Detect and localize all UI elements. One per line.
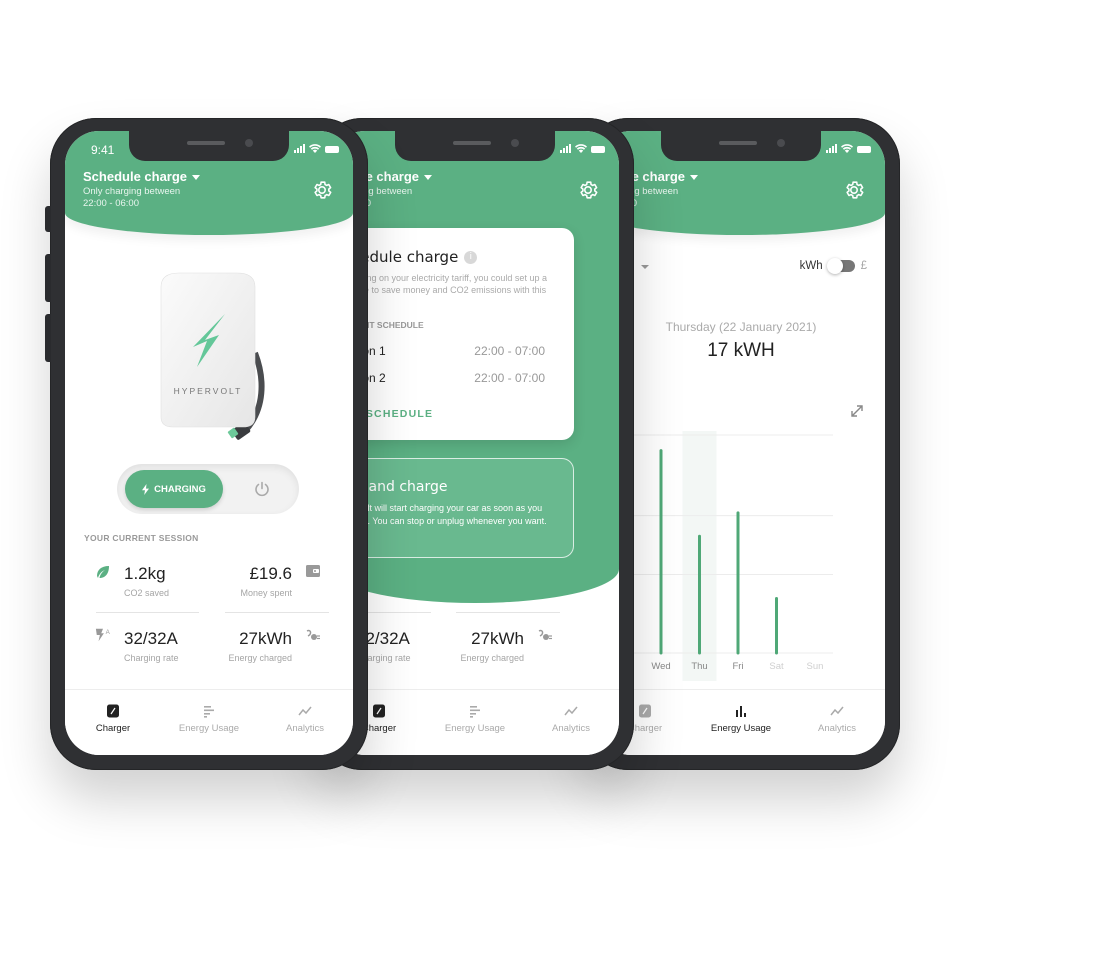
energy-usage-icon bbox=[204, 706, 214, 718]
stat-energy: 27kWh Energy charged bbox=[228, 629, 292, 663]
unit-toggle: kWh £ bbox=[799, 258, 867, 274]
notch bbox=[129, 131, 289, 161]
signal-icon bbox=[826, 144, 837, 153]
caret-down-icon bbox=[424, 175, 433, 181]
tab-bar: Charger Energy Usage Analytics bbox=[65, 689, 353, 755]
charging-label: CHARGING bbox=[154, 483, 206, 495]
unit-pound-label: £ bbox=[860, 260, 867, 272]
leaf-icon bbox=[97, 566, 109, 578]
gear-icon[interactable] bbox=[843, 179, 865, 201]
tick-label-sat: Sat bbox=[769, 661, 784, 672]
plug-icon bbox=[538, 629, 552, 640]
tick-label-fri: Fri bbox=[732, 661, 743, 672]
selected-day-label: Thursday (22 January 2021) bbox=[665, 320, 817, 334]
energy-usage-icon bbox=[470, 706, 480, 718]
selected-day-value: 17 kWH bbox=[707, 340, 775, 361]
battery-icon bbox=[857, 146, 871, 153]
caret-down-icon bbox=[690, 175, 699, 181]
charge-toggle: CHARGING bbox=[117, 464, 299, 514]
battery-icon bbox=[591, 146, 605, 153]
divider bbox=[456, 612, 560, 613]
battery-icon bbox=[325, 146, 339, 153]
tab-analytics[interactable]: Analytics bbox=[523, 690, 619, 755]
tick-label-thu: Thu bbox=[691, 661, 707, 672]
divider bbox=[96, 612, 199, 613]
charger-icon bbox=[639, 704, 651, 718]
tab-bar: Charger Energy Usage Analytics bbox=[597, 689, 885, 755]
power-button[interactable] bbox=[253, 480, 271, 498]
tab-energy-usage[interactable]: Energy Usage bbox=[427, 690, 523, 755]
info-icon[interactable]: i bbox=[464, 251, 478, 264]
plug-icon bbox=[306, 629, 320, 640]
caret-down-icon bbox=[640, 264, 649, 269]
status-icons bbox=[826, 144, 871, 153]
charger-icon bbox=[373, 704, 385, 718]
notch bbox=[661, 131, 821, 161]
screen: 9:41 Schedule charge Only charging betwe… bbox=[65, 131, 353, 755]
divider bbox=[225, 612, 329, 613]
unit-switch[interactable] bbox=[826, 258, 855, 274]
caret-down-icon bbox=[192, 175, 201, 181]
bolt-icon bbox=[142, 483, 150, 495]
bar-chart-icon bbox=[736, 706, 746, 717]
tab-bar: Charger Energy Usage Analytics bbox=[331, 689, 619, 755]
charger-icon bbox=[107, 704, 119, 718]
gear-icon[interactable] bbox=[311, 179, 333, 201]
tab-energy-usage[interactable]: Energy Usage bbox=[693, 690, 789, 755]
tick-label-wed: Wed bbox=[651, 661, 670, 672]
gear-icon[interactable] bbox=[577, 179, 599, 201]
expand-icon[interactable] bbox=[849, 403, 865, 419]
notch bbox=[395, 131, 555, 161]
charging-button[interactable]: CHARGING bbox=[125, 470, 223, 508]
analytics-icon bbox=[564, 706, 578, 716]
status-icons bbox=[294, 144, 339, 153]
tab-energy-usage[interactable]: Energy Usage bbox=[161, 690, 257, 755]
device-brand-text: HYPERVOLT bbox=[174, 386, 243, 396]
tab-analytics[interactable]: Analytics bbox=[257, 690, 353, 755]
wifi-icon bbox=[309, 144, 321, 153]
schedule-mode-dropdown[interactable]: Schedule charge bbox=[83, 169, 201, 184]
wifi-icon bbox=[841, 144, 853, 153]
wifi-icon bbox=[575, 144, 587, 153]
wallet-icon bbox=[306, 565, 320, 577]
energy-bar-chart: nTueWedThuFriSatSun bbox=[597, 431, 833, 681]
tick-label-sun: Sun bbox=[807, 661, 824, 672]
amp-bolt-icon: A bbox=[95, 628, 111, 642]
signal-icon bbox=[294, 144, 305, 153]
stat-energy: 27kWh Energy charged bbox=[460, 629, 524, 663]
status-icons bbox=[560, 144, 605, 153]
schedule-subtitle: Only charging between22:00 - 06:00 bbox=[83, 186, 181, 209]
volume-up-button bbox=[45, 254, 51, 302]
screen: 9:41 Schedule charge Only charging betwe… bbox=[597, 131, 885, 755]
analytics-icon bbox=[830, 706, 844, 716]
mute-switch bbox=[45, 206, 51, 232]
session-heading: YOUR CURRENT SESSION bbox=[84, 533, 199, 543]
phone-charger: 9:41 Schedule charge Only charging betwe… bbox=[45, 118, 368, 770]
analytics-icon bbox=[298, 706, 312, 716]
screen: 9:41 Schedule charge Only charging betwe… bbox=[331, 131, 619, 755]
tab-charger[interactable]: Charger bbox=[65, 690, 161, 755]
tab-analytics[interactable]: Analytics bbox=[789, 690, 885, 755]
signal-icon bbox=[560, 144, 571, 153]
svg-text:A: A bbox=[106, 629, 111, 636]
volume-down-button bbox=[45, 314, 51, 362]
status-time: 9:41 bbox=[91, 143, 115, 157]
unit-kwh-label: kWh bbox=[799, 260, 823, 272]
stat-money: £19.6 Money spent bbox=[240, 564, 292, 598]
hypervolt-charger-image: HYPERVOLT bbox=[160, 272, 265, 440]
